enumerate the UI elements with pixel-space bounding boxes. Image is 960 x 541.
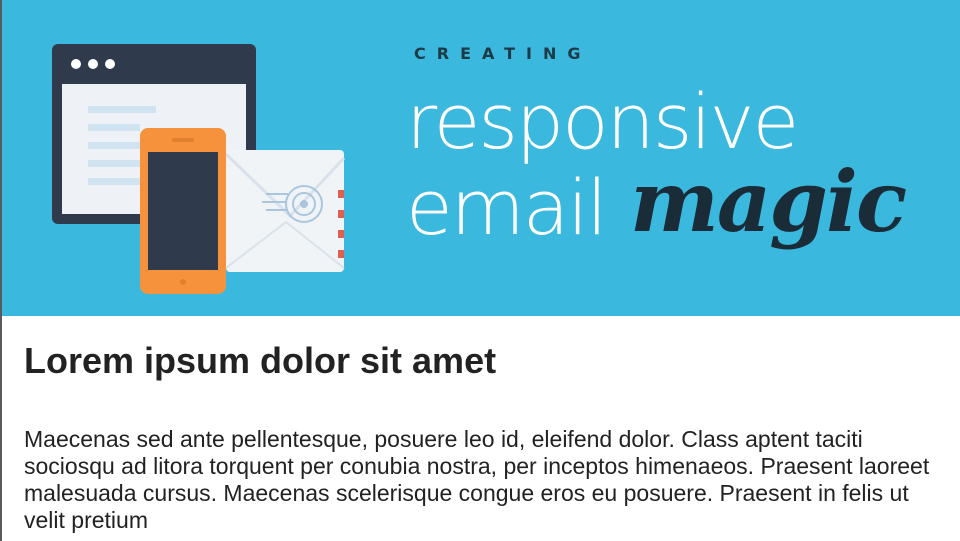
window-left-border — [0, 0, 2, 541]
hero-banner: CREATING responsive email magic — [0, 0, 960, 316]
smartphone-icon — [140, 128, 226, 294]
hero-headline-block: CREATING responsive email magic — [406, 40, 946, 300]
hero-headline-line2: email — [406, 163, 608, 252]
article-body: Maecenas sed ante pellentesque, posuere … — [24, 426, 930, 533]
hero-headline-accent: magic — [630, 152, 907, 251]
article-title: Lorem ipsum dolor sit amet — [24, 340, 497, 381]
envelope-icon — [224, 150, 346, 272]
hero-headline-line1: responsive — [406, 77, 799, 166]
hero-tagline: CREATING — [414, 44, 592, 63]
